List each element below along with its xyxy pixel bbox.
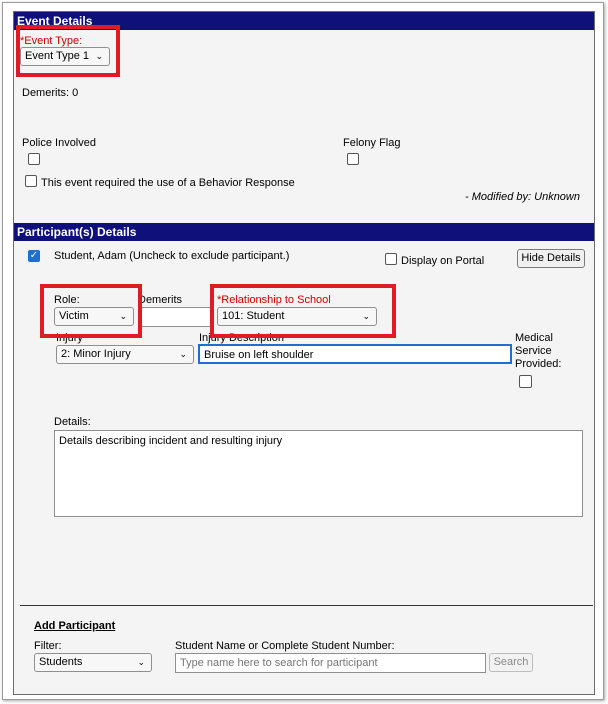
police-involved-label: Police Involved bbox=[22, 137, 96, 149]
medical-label-line-1: Medical bbox=[515, 332, 553, 344]
behavior-response-label: This event required the use of a Behavio… bbox=[41, 177, 295, 189]
chevron-down-icon: ⌄ bbox=[362, 311, 370, 321]
screenshot-frame: Event Details *Event Type: Event Type 1 … bbox=[2, 2, 604, 700]
event-type-value: Event Type 1 bbox=[25, 50, 90, 62]
relationship-value: 101: Student bbox=[222, 310, 285, 322]
add-participant-title[interactable]: Add Participant bbox=[34, 620, 115, 632]
chevron-down-icon: ⌄ bbox=[137, 657, 145, 667]
injury-label: Injury bbox=[56, 332, 83, 344]
participant-details-header: Participant(s) Details bbox=[14, 223, 594, 241]
role-select[interactable]: Victim ⌄ bbox=[54, 307, 134, 326]
details-textarea[interactable]: Details describing incident and resultin… bbox=[54, 430, 583, 517]
participant-search-input[interactable] bbox=[175, 653, 486, 673]
participant-include-checkbox[interactable]: ✓ bbox=[28, 250, 40, 262]
injury-description-label: Injury Description bbox=[199, 332, 284, 344]
felony-flag-label: Felony Flag bbox=[343, 137, 401, 149]
display-on-portal-label: Display on Portal bbox=[401, 255, 485, 267]
details-label: Details: bbox=[54, 416, 91, 428]
section-divider bbox=[20, 605, 593, 606]
filter-select[interactable]: Students ⌄ bbox=[34, 653, 152, 672]
medical-service-checkbox[interactable] bbox=[519, 375, 532, 388]
medical-label-line-3: Provided: bbox=[515, 358, 562, 370]
injury-select[interactable]: 2: Minor Injury ⌄ bbox=[56, 345, 194, 364]
search-button[interactable]: Search bbox=[489, 653, 533, 672]
behavior-response-checkbox[interactable] bbox=[25, 175, 37, 187]
checkmark-icon: ✓ bbox=[29, 250, 39, 261]
medical-label-line-2: Service bbox=[515, 345, 552, 357]
modified-by-text: - Modified by: Unknown bbox=[465, 191, 580, 203]
injury-value: 2: Minor Injury bbox=[61, 348, 131, 360]
chevron-down-icon: ⌄ bbox=[95, 51, 103, 61]
demerits-label: Demerits bbox=[138, 294, 183, 306]
role-label: Role: bbox=[54, 294, 80, 306]
filter-value: Students bbox=[39, 656, 83, 668]
chevron-down-icon: ⌄ bbox=[119, 311, 127, 321]
participant-name-label: Student, Adam (Uncheck to exclude partic… bbox=[54, 250, 290, 262]
relationship-label: *Relationship to School bbox=[217, 294, 331, 306]
police-involved-checkbox[interactable] bbox=[28, 153, 40, 165]
injury-description-input[interactable]: Bruise on left shoulder bbox=[198, 344, 512, 364]
hide-details-button[interactable]: Hide Details bbox=[517, 249, 585, 268]
filter-label: Filter: bbox=[34, 640, 62, 652]
event-details-header: Event Details bbox=[14, 12, 594, 30]
event-type-label: *Event Type: bbox=[20, 35, 83, 47]
felony-flag-checkbox[interactable] bbox=[347, 153, 359, 165]
event-form-panel: Event Details *Event Type: Event Type 1 … bbox=[13, 11, 595, 695]
demerits-text: Demerits: 0 bbox=[22, 87, 79, 99]
demerits-input[interactable] bbox=[138, 307, 214, 327]
event-type-select[interactable]: Event Type 1 ⌄ bbox=[20, 47, 110, 66]
display-on-portal-checkbox[interactable] bbox=[385, 253, 397, 265]
medical-service-label: Medical Service Provided: bbox=[515, 332, 561, 371]
role-value: Victim bbox=[59, 310, 89, 322]
chevron-down-icon: ⌄ bbox=[179, 349, 187, 359]
relationship-select[interactable]: 101: Student ⌄ bbox=[217, 307, 377, 326]
search-label: Student Name or Complete Student Number: bbox=[175, 640, 395, 652]
